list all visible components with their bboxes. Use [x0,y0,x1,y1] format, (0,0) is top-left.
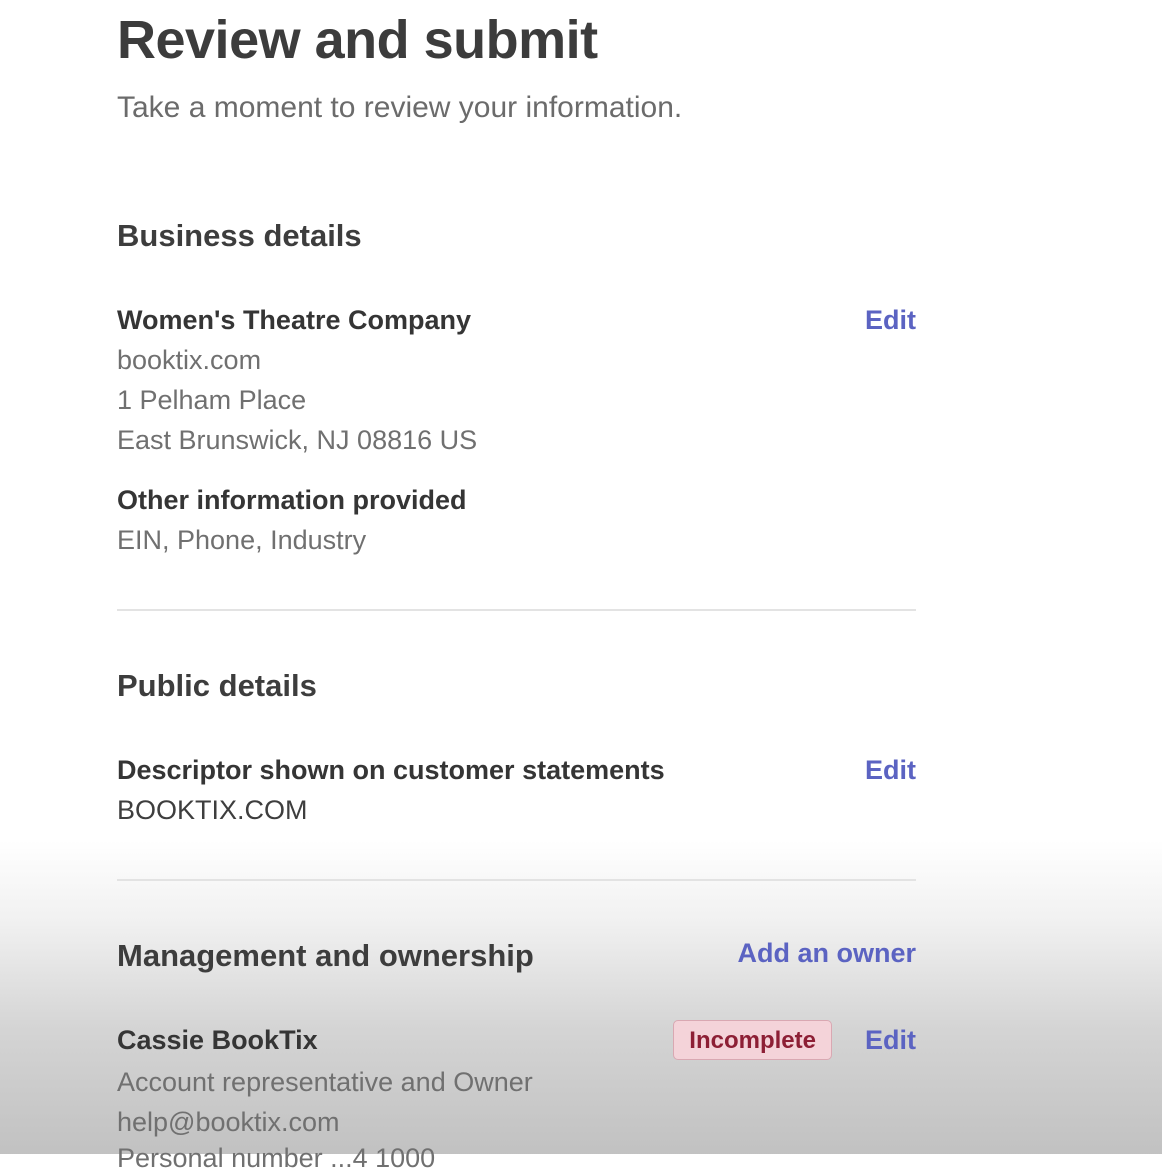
section-heading-public-details: Public details [117,668,317,703]
section-divider [117,609,916,611]
section-heading-management-ownership: Management and ownership [117,938,534,973]
other-information-label: Other information provided [117,485,467,515]
statement-descriptor-label: Descriptor shown on customer statements [117,755,665,785]
owner-email: help@booktix.com [117,1107,340,1137]
owner-role: Account representative and Owner [117,1067,533,1097]
business-address-line1: 1 Pelham Place [117,385,307,415]
other-information-value: EIN, Phone, Industry [117,525,367,555]
page-title: Review and submit [117,10,598,70]
page-subtitle: Take a moment to review your information… [117,91,683,124]
business-website: booktix.com [117,345,262,375]
section-divider [117,879,916,881]
section-heading-business-details: Business details [117,218,362,253]
statement-descriptor-value: BOOKTIX.COM [117,795,308,825]
add-owner-link[interactable]: Add an owner [737,937,916,969]
edit-business-details-link[interactable]: Edit [865,304,916,336]
edit-public-details-link[interactable]: Edit [865,754,916,786]
status-badge: Incomplete [673,1020,832,1060]
business-address-line2: East Brunswick, NJ 08816 US [117,425,478,455]
business-name: Women's Theatre Company [117,305,471,335]
owner-name: Cassie BookTix [117,1025,318,1055]
owner-partial-line: Personal number ...4 1000 [117,1143,436,1173]
edit-owner-link[interactable]: Edit [865,1024,916,1056]
